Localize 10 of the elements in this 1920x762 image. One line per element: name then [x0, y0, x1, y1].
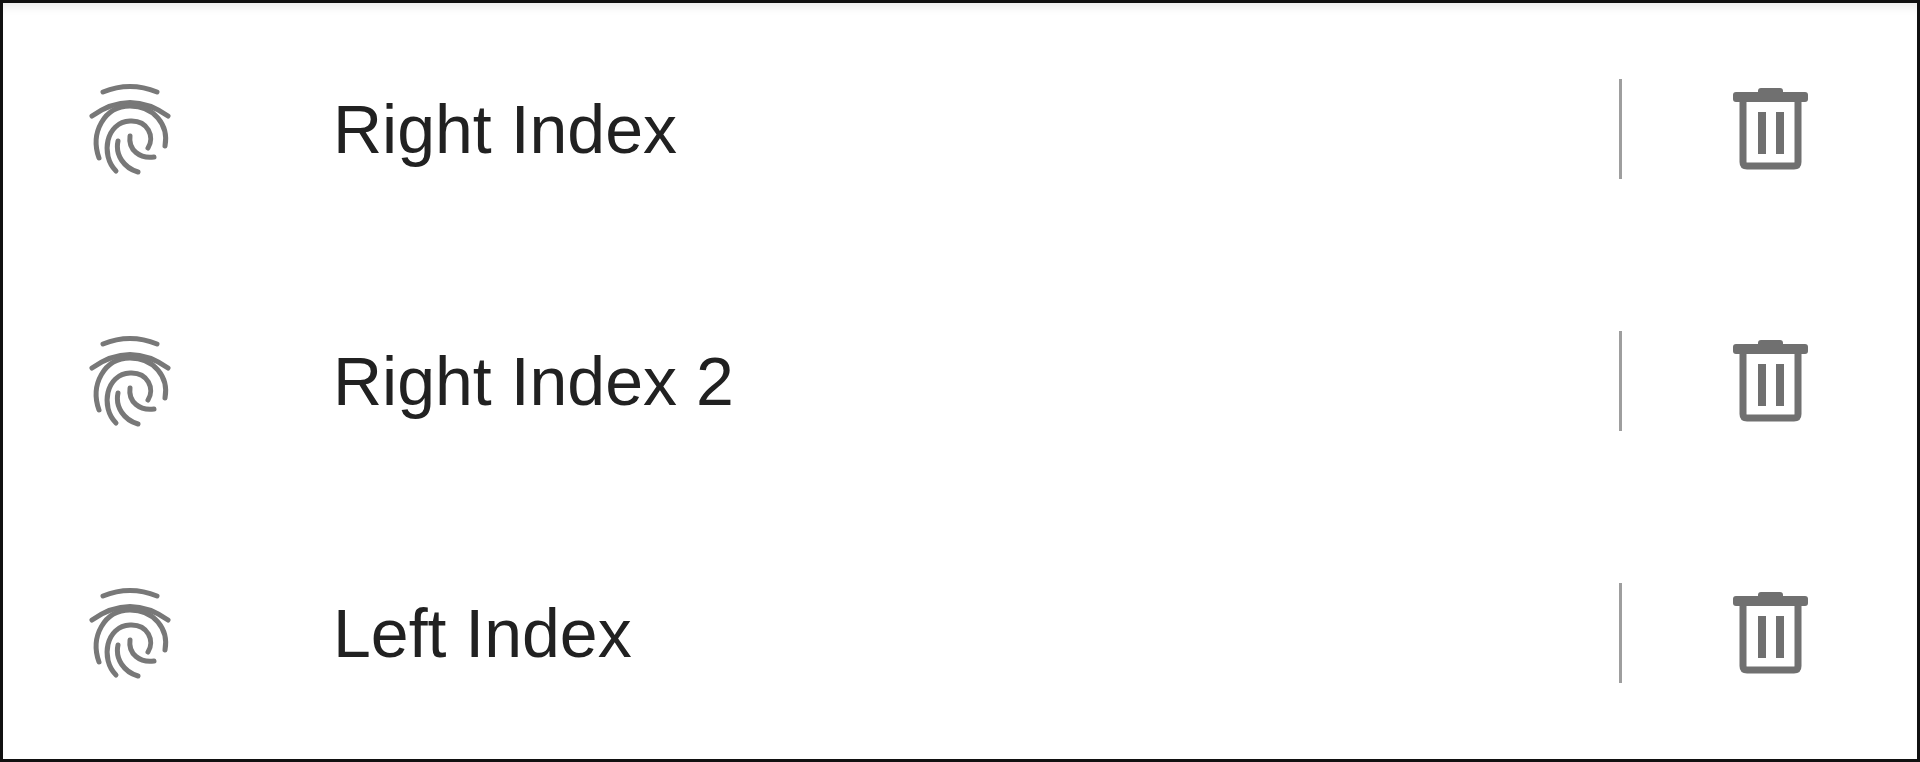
- trash-icon: [1733, 592, 1808, 674]
- delete-button[interactable]: [1733, 88, 1808, 170]
- fingerprint-icon: [88, 587, 172, 679]
- trash-icon: [1733, 340, 1808, 422]
- delete-button[interactable]: [1733, 592, 1808, 674]
- trash-icon: [1733, 88, 1808, 170]
- delete-button[interactable]: [1733, 340, 1808, 422]
- fingerprint-icon: [88, 83, 172, 175]
- fingerprint-icon: [88, 335, 172, 427]
- fingerprint-name: Left Index: [333, 599, 632, 667]
